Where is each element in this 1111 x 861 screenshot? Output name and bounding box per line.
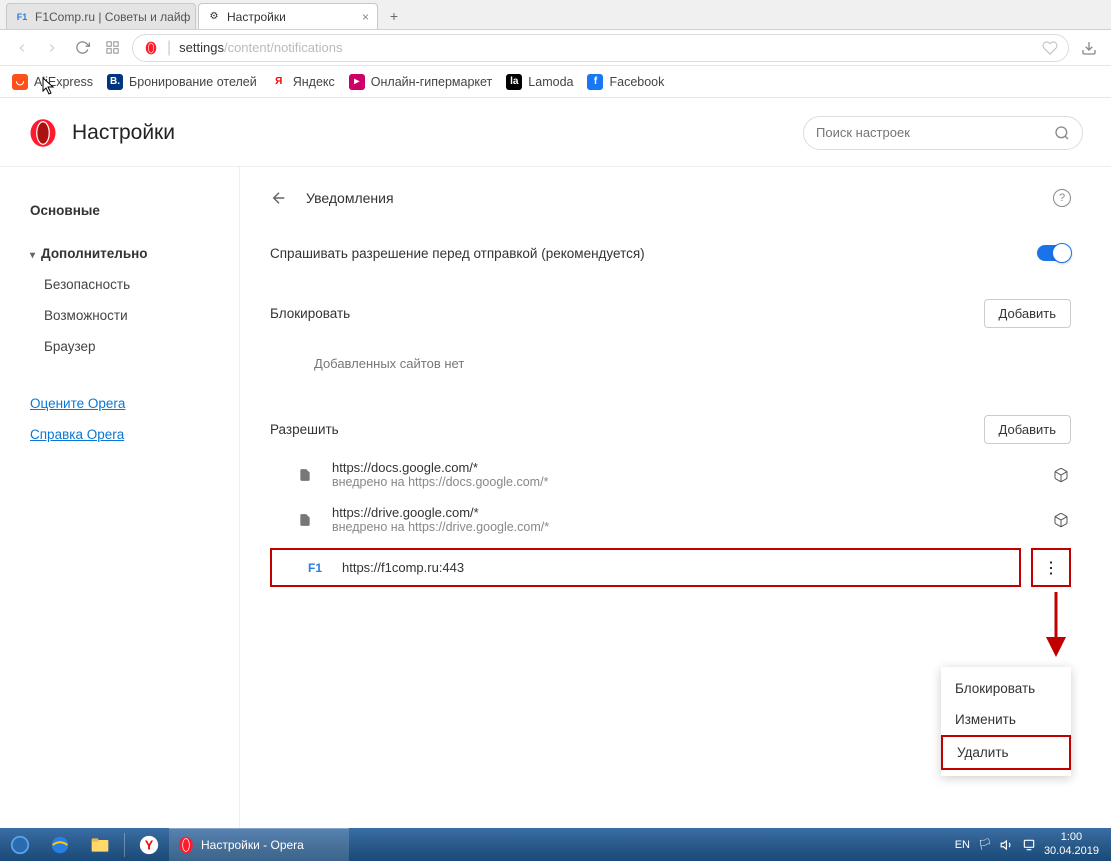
context-delete[interactable]: Удалить xyxy=(941,735,1071,770)
section-title: Уведомления xyxy=(306,190,394,206)
bookmark-facebook[interactable]: f Facebook xyxy=(587,74,664,90)
tab-title: Настройки xyxy=(227,10,286,24)
f1-favicon-icon: F1 xyxy=(304,561,326,575)
tab-strip: F1 F1Comp.ru | Советы и лайф × ⚙ Настрой… xyxy=(0,0,1111,30)
aliexpress-icon: ◡ xyxy=(12,74,28,90)
ask-permission-label: Спрашивать разрешение перед отправкой (р… xyxy=(270,246,645,261)
back-button[interactable] xyxy=(12,38,32,58)
f1-favicon-icon: F1 xyxy=(15,10,29,24)
settings-main: Уведомления ? Спрашивать разрешение пере… xyxy=(240,167,1111,828)
gear-icon: ⚙ xyxy=(207,10,221,24)
tab-title: F1Comp.ru | Советы и лайф xyxy=(35,10,190,24)
allow-site-row: https://drive.google.com/* внедрено на h… xyxy=(270,497,1071,542)
tab-f1comp[interactable]: F1 F1Comp.ru | Советы и лайф × xyxy=(6,3,196,29)
hypermarket-icon: ▸ xyxy=(349,74,365,90)
sidebar-features[interactable]: Возможности xyxy=(20,300,219,331)
allow-group-title: Разрешить xyxy=(270,422,339,437)
opera-badge-icon xyxy=(143,40,159,56)
allow-add-button[interactable]: Добавить xyxy=(984,415,1071,444)
yandex-icon: Я xyxy=(271,74,287,90)
tray-language[interactable]: EN xyxy=(955,839,970,851)
help-icon[interactable]: ? xyxy=(1053,189,1071,207)
taskbar-ie[interactable] xyxy=(40,828,80,861)
bookmark-aliexpress[interactable]: ◡ AliExpress xyxy=(12,74,93,90)
facebook-icon: f xyxy=(587,74,603,90)
site-context-menu: Блокировать Изменить Удалить xyxy=(941,667,1071,776)
search-icon xyxy=(1054,125,1070,141)
block-empty-message: Добавленных сайтов нет xyxy=(270,336,1071,387)
file-icon xyxy=(294,467,316,483)
downloads-button[interactable] xyxy=(1079,38,1099,58)
search-input[interactable] xyxy=(816,125,1054,140)
speed-dial-button[interactable] xyxy=(102,38,122,58)
sidebar-security[interactable]: Безопасность xyxy=(20,269,219,300)
taskbar-explorer[interactable] xyxy=(80,828,120,861)
settings-search[interactable] xyxy=(803,116,1083,150)
page-title: Настройки xyxy=(72,121,175,145)
toolbar: | settings/content/notifications xyxy=(0,30,1111,66)
site-sub: внедрено на https://drive.google.com/* xyxy=(332,520,1037,534)
bookmark-booking[interactable]: B. Бронирование отелей xyxy=(107,74,257,90)
settings-sidebar: Основные Дополнительно Безопасность Возм… xyxy=(0,167,240,828)
tray-flag-icon[interactable]: 🏳 xyxy=(978,838,992,851)
site-actions-button[interactable]: ⋮ xyxy=(1031,548,1071,587)
context-block[interactable]: Блокировать xyxy=(941,673,1071,704)
bookmark-hypermarket[interactable]: ▸ Онлайн-гипермаркет xyxy=(349,74,493,90)
context-edit[interactable]: Изменить xyxy=(941,704,1071,735)
block-group-title: Блокировать xyxy=(270,306,350,321)
new-tab-button[interactable]: + xyxy=(380,3,408,29)
address-bar[interactable]: | settings/content/notifications xyxy=(132,34,1069,62)
reload-button[interactable] xyxy=(72,38,92,58)
sidebar-rate-opera[interactable]: Оцените Opera xyxy=(20,388,219,419)
annotation-arrow xyxy=(1031,587,1081,667)
sidebar-browser[interactable]: Браузер xyxy=(20,331,219,362)
bookmark-yandex[interactable]: Я Яндекс xyxy=(271,74,335,90)
bookmark-lamoda[interactable]: la Lamoda xyxy=(506,74,573,90)
cube-icon[interactable] xyxy=(1053,467,1071,483)
more-vertical-icon: ⋮ xyxy=(1043,558,1059,578)
allow-site-row: https://docs.google.com/* внедрено на ht… xyxy=(270,452,1071,497)
tray-volume-icon[interactable] xyxy=(1000,838,1014,852)
taskbar-app-title: Настройки - Opera xyxy=(201,838,304,852)
booking-icon: B. xyxy=(107,74,123,90)
sidebar-basic[interactable]: Основные xyxy=(20,195,219,226)
block-add-button[interactable]: Добавить xyxy=(984,299,1071,328)
site-url: https://f1comp.ru:443 xyxy=(342,560,1011,575)
forward-button[interactable] xyxy=(42,38,62,58)
tray-clock[interactable]: 1:00 30.04.2019 xyxy=(1044,831,1107,857)
lamoda-icon: la xyxy=(506,74,522,90)
sidebar-help-opera[interactable]: Справка Opera xyxy=(20,419,219,450)
site-sub: внедрено на https://docs.google.com/* xyxy=(332,475,1037,489)
tab-settings[interactable]: ⚙ Настройки × xyxy=(198,3,378,29)
opera-logo-icon xyxy=(28,118,58,148)
taskbar-opera[interactable]: Настройки - Opera xyxy=(169,828,349,861)
ask-permission-toggle[interactable] xyxy=(1037,245,1071,261)
taskbar: Y Настройки - Opera EN 🏳 1:00 30.04.2019 xyxy=(0,828,1111,861)
tray-network-icon[interactable] xyxy=(1022,838,1036,852)
svg-text:Y: Y xyxy=(145,837,154,852)
allow-site-row-highlighted: F1 https://f1comp.ru:443 xyxy=(270,548,1021,587)
site-url: https://drive.google.com/* xyxy=(332,505,1037,520)
sidebar-advanced[interactable]: Дополнительно xyxy=(20,238,219,269)
heart-icon[interactable] xyxy=(1042,40,1058,56)
cube-icon[interactable] xyxy=(1053,512,1071,528)
taskbar-start[interactable] xyxy=(0,828,40,861)
file-icon xyxy=(294,512,316,528)
site-url: https://docs.google.com/* xyxy=(332,460,1037,475)
url-text: settings/content/notifications xyxy=(179,40,342,55)
taskbar-yandex[interactable]: Y xyxy=(129,828,169,861)
back-arrow-button[interactable] xyxy=(270,189,288,207)
close-tab-icon[interactable]: × xyxy=(362,10,369,24)
bookmarks-bar: ◡ AliExpress B. Бронирование отелей Я Ян… xyxy=(0,66,1111,98)
